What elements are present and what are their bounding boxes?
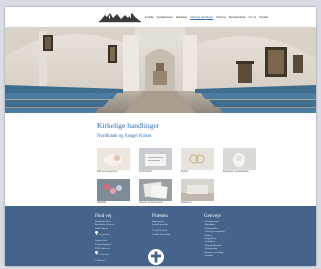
card-label: Bryllup [181,171,189,173]
address-line: Nordlunde Kirke [95,220,111,223]
card-daab[interactable]: Dåb og navngivning [97,148,130,178]
nav-item-gudstjenester[interactable]: Gudstjenester [157,16,173,19]
nav-item-kirkerne[interactable]: Kirkerne [216,16,226,19]
footer-praesten: Præsten Sognepræst Kontakt præsten Tlf. … [152,214,170,236]
map-link-label: Vis på kort [98,254,109,257]
card-bryllup[interactable]: Bryllup [181,148,214,178]
site-logo[interactable] [97,11,143,24]
nav-item-kirkelige-handlinger[interactable]: Kirkelige Handlinger [190,16,213,19]
wedding-photo [181,148,214,170]
shortcut-link[interactable]: Gudstjenester [204,221,225,223]
contact-line: Sognepræst [152,220,164,223]
shortcut-link[interactable]: Konfirmation [204,228,225,230]
shortcut-link[interactable]: Dåb og navngivning [204,231,224,233]
card-label: Dødsfald [97,202,107,204]
section-title: Nordlunde og Fangel Kirker [97,134,152,139]
nav-item-aktiviteter[interactable]: Aktiviteter [176,16,187,19]
shortcut-link[interactable]: Kontakt [204,255,225,257]
site-header: Forside Gudstjenester Aktiviteter Kirkel… [5,7,316,27]
map-link[interactable]: Vis på kort [95,231,115,236]
address-line: Nordlunde Kirkevej 1 [95,224,116,227]
address-line: Fangel Kirke [95,240,108,243]
shortcut-link[interactable]: Begravelse [204,238,225,240]
nav-item-kontakt[interactable]: Kontakt [259,16,268,19]
documents-photo [139,179,172,201]
hero-church-interior-image [5,27,316,113]
card-label: Konfirmation [139,171,152,173]
pastoral-care-photo [181,179,214,201]
funeral-photo [223,148,256,170]
footer-heading: Find vej [95,214,112,219]
card-begravelse[interactable]: Begravelse og bisættelse [223,148,256,178]
map-link[interactable]: Vis på kort [95,251,115,256]
card-attester[interactable]: Attester og dokumenter [139,179,172,209]
nav-item-menighedsraad[interactable]: Menighedsråd [229,16,245,19]
page-title: Kirkelige handlinger [97,121,160,130]
footer-genveje: Genveje Gudstjenester Aktiviteter Konfir… [204,214,225,257]
contact-line[interactable]: Kontakt præsten [152,224,170,226]
shortcut-link[interactable]: Aktiviteter [204,224,225,226]
shortcut-link[interactable]: Kirkeblad [204,241,225,243]
card-label: Begravelse og bisættelse [223,171,249,173]
card-label: Sjælesorg [181,202,192,204]
cross-logo-icon [148,249,164,265]
shortcut-list: Gudstjenester Aktiviteter Konfirmation D… [204,221,225,257]
footer-link[interactable]: » Kirkerne [95,260,115,262]
card-konfirmation[interactable]: Konfirmation [139,148,172,178]
address-line: 5260 Odense S [95,247,111,250]
death-photo [97,179,130,201]
page: Forside Gudstjenester Aktiviteter Kirkel… [5,7,316,266]
address-line: 5000 Odense [95,227,109,230]
card-label: Attester og dokumenter [139,202,163,204]
shortcut-link[interactable]: Ansatte og frivillige [204,252,225,254]
baptism-photo [97,148,130,170]
card-doedsfald[interactable]: Dødsfald [97,179,130,209]
contact-line: Tlf. 66 00 00 00 [152,230,168,233]
nav-item-forside[interactable]: Forside [145,16,154,19]
shortcut-link[interactable]: Menighedsrådet [204,245,225,247]
site-footer: Find vej Nordlunde Kirke Nordlunde Kirke… [5,206,316,266]
map-pin-icon [95,231,98,236]
card-sjaelesorg[interactable]: Sjælesorg [181,179,214,209]
contact-line: Træffes efter aftale [152,233,171,236]
nav-item-om-os[interactable]: Om os [249,16,257,19]
main-navigation: Forside Gudstjenester Aktiviteter Kirkel… [145,16,268,19]
map-pin-icon [95,251,98,256]
footer-find-vej: Find vej Nordlunde Kirke Nordlunde Kirke… [95,214,115,262]
footer-heading: Præsten [152,214,168,219]
shortcut-link[interactable]: Kirkegården [204,248,225,250]
card-label: Dåb og navngivning [97,171,118,173]
shortcut-link[interactable]: Bryllup [204,235,225,237]
map-link-label: Vis på kort [98,234,109,237]
address-line: Fangel Bygade 2 [95,243,112,246]
confirmation-photo [139,148,172,170]
footer-heading: Genveje [204,214,221,219]
